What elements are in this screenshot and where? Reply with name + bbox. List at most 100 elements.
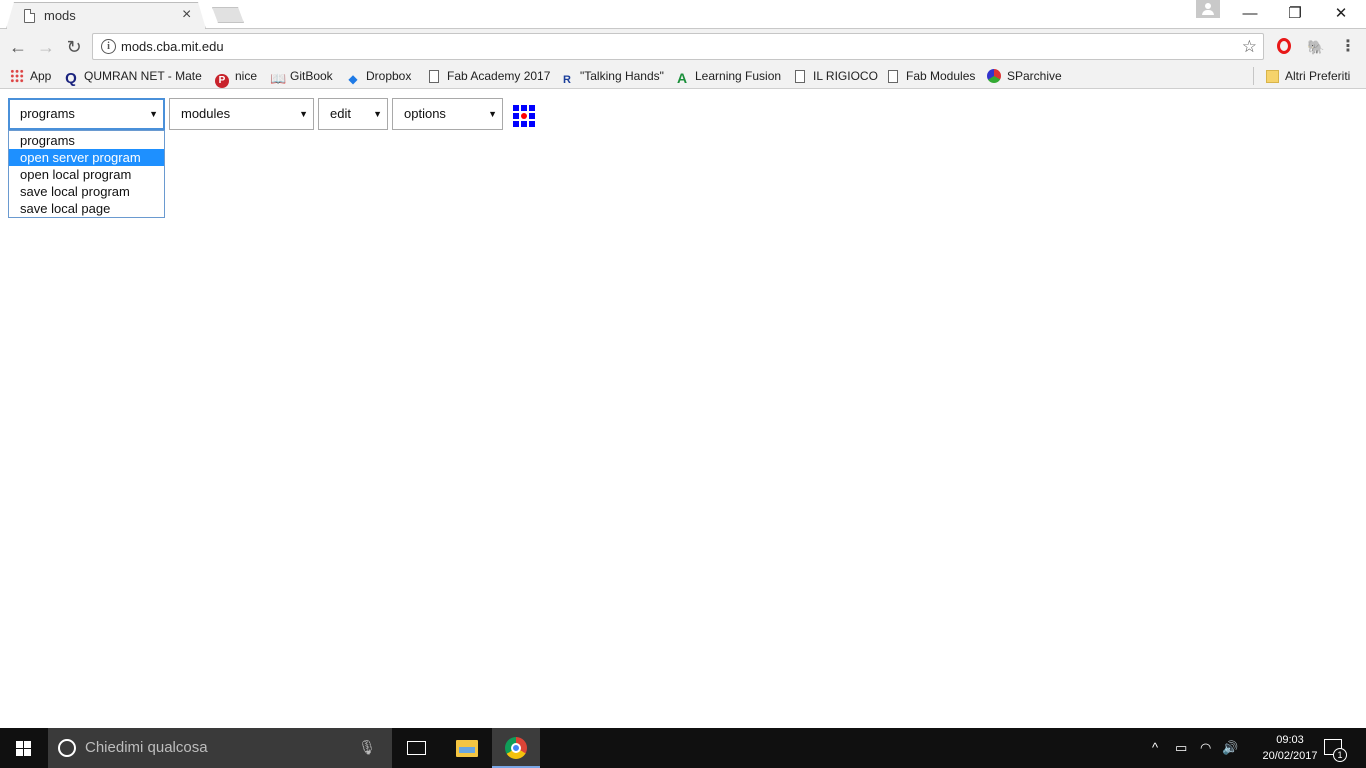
dropdown-option-save-local-program[interactable]: save local program [9,183,164,200]
url-text[interactable]: mods.cba.mit.edu [121,39,224,54]
new-tab-button[interactable] [212,7,244,23]
file-explorer-button[interactable] [443,728,491,768]
minimize-button[interactable]: — [1227,0,1273,28]
pinterest-icon: P [215,74,229,88]
bookmark-fab-modules[interactable]: Fab Modules [888,68,975,86]
edit-select-label: edit [330,106,351,121]
bookmark-label: IL RIGIOCO [813,69,878,83]
chevron-down-icon: ▼ [149,109,158,119]
chevron-down-icon: ▼ [299,109,308,119]
address-bar[interactable]: i mods.cba.mit.edu ☆ [92,33,1264,60]
page-icon [795,70,805,83]
bookmark-label: QUMRAN NET - Mate [84,69,202,83]
chrome-taskbar-button[interactable] [492,728,540,768]
dropdown-option-programs[interactable]: programs [9,132,164,149]
folder-icon [1266,70,1279,83]
bookmark-label: Fab Modules [906,69,976,83]
clock-time: 09:03 [1276,734,1304,746]
dropbox-icon: ◆ [348,72,358,86]
bookmark-star-icon[interactable]: ☆ [1242,37,1257,57]
evernote-extension-icon[interactable]: 🐘 [1307,38,1325,56]
opera-extension-icon[interactable] [1277,38,1291,54]
qumran-icon: Q [65,70,77,86]
bookmarks-bar: App Q QUMRAN NET - Mate Pnice 📖 GitBook ◆ D… [0,64,1366,89]
programs-select[interactable]: programs ▼ [8,98,165,130]
close-window-button[interactable]: ✕ [1318,0,1364,28]
chevron-down-icon: ▼ [488,109,497,119]
folder-icon [456,740,478,757]
dropdown-option-save-local-page[interactable]: save local page [9,200,164,217]
battery-icon[interactable]: ▭ [1175,740,1187,756]
bookmark-learning-fusion[interactable]: A Learning Fusion [675,68,781,86]
modules-select-label: modules [181,106,231,121]
sparchive-icon [987,69,1001,83]
restore-button[interactable]: ❐ [1272,0,1318,28]
bookmark-label: Dropbox [366,69,412,83]
page-content: programs ▼ modules ▼ edit ▼ options ▼ pr… [0,90,1366,728]
bookmark-sparchive[interactable]: SParchive [987,68,1062,86]
bookmark-label: App [30,69,52,83]
microphone-icon[interactable]: 🎙 [358,739,376,756]
dropdown-option-open-server-program[interactable]: open server program [9,149,164,166]
dropdown-option-open-local-program[interactable]: open local program [9,166,164,183]
programs-dropdown-list: programs open server program open local … [8,130,165,218]
start-button[interactable] [0,728,48,768]
page-icon [888,70,898,83]
windows-logo-icon [16,741,32,756]
tab-strip: mods × — ❐ ✕ [0,0,1366,29]
cortana-search-box[interactable]: Chiedimi qualcosa 🎙 [48,728,392,768]
apps-grid-icon [10,69,24,83]
profile-icon[interactable] [1196,0,1220,18]
task-view-button[interactable] [392,728,440,768]
info-icon[interactable]: i [101,39,116,54]
bookmarks-separator [1253,67,1254,85]
search-placeholder: Chiedimi qualcosa [85,739,208,756]
clock-date: 20/02/2017 [1262,750,1318,762]
bookmark-label: GitBook [290,69,333,83]
cortana-icon [58,739,76,757]
researchgate-icon: R [563,74,571,86]
bookmark-label: Fab Academy 2017 [447,69,551,83]
chevron-down-icon: ▼ [373,109,382,119]
autodesk-icon: A [676,70,688,86]
edit-select[interactable]: edit ▼ [318,98,388,130]
options-select[interactable]: options ▼ [392,98,503,130]
modules-select[interactable]: modules ▼ [169,98,314,130]
document-icon [24,9,35,23]
windows-taskbar: Chiedimi qualcosa 🎙 ^ ▭ ◠ 🔊 09:03 20/02/… [0,728,1366,768]
bookmark-talking-hands[interactable]: R "Talking Hands" [560,68,664,86]
bookmark-fab-academy[interactable]: Fab Academy 2017 [429,68,550,86]
bookmark-label: "Talking Hands" [580,69,664,83]
bookmark-gitbook[interactable]: 📖 GitBook [270,68,333,86]
bookmark-label: nice [235,69,258,83]
programs-select-label: programs [20,106,75,121]
tab-title: mods [44,8,76,23]
page-icon [429,70,439,83]
chevron-up-icon[interactable]: ^ [1152,740,1158,755]
bookmark-app[interactable]: App [10,68,51,86]
bookmark-dropbox[interactable]: ◆ Dropbox [346,68,411,86]
back-arrow-icon[interactable]: ← [7,36,29,58]
forward-arrow-icon[interactable]: → [35,36,57,58]
bookmark-nice[interactable]: Pnice [215,68,258,88]
task-view-icon [407,741,426,755]
mods-logo-icon[interactable] [513,105,535,127]
bookmark-label: Learning Fusion [695,69,782,83]
notification-count-badge: 1 [1333,748,1347,762]
reload-icon[interactable]: ↻ [63,36,85,58]
gitbook-icon: 📖 [270,71,287,86]
bookmark-label: SParchive [1007,69,1062,83]
bookmark-label: Altri Preferiti [1285,69,1351,83]
other-bookmarks-folder[interactable]: Altri Preferiti [1266,68,1350,86]
chrome-menu-icon[interactable]: ⋮ [1339,38,1357,56]
volume-icon[interactable]: 🔊 [1222,740,1238,756]
bookmark-qumran[interactable]: Q QUMRAN NET - Mate [64,68,202,86]
options-select-label: options [404,106,446,121]
bookmark-il-rigioco[interactable]: IL RIGIOCO [795,68,878,86]
wifi-icon[interactable]: ◠ [1200,740,1211,756]
system-clock[interactable]: 09:03 20/02/2017 [1255,732,1325,764]
tab-close-icon[interactable]: × [182,6,191,24]
browser-toolbar: ← → ↻ i mods.cba.mit.edu ☆ 🐘 ⋮ [0,29,1366,64]
chrome-icon [505,737,527,759]
tab-mods-content[interactable]: mods × [6,2,206,29]
